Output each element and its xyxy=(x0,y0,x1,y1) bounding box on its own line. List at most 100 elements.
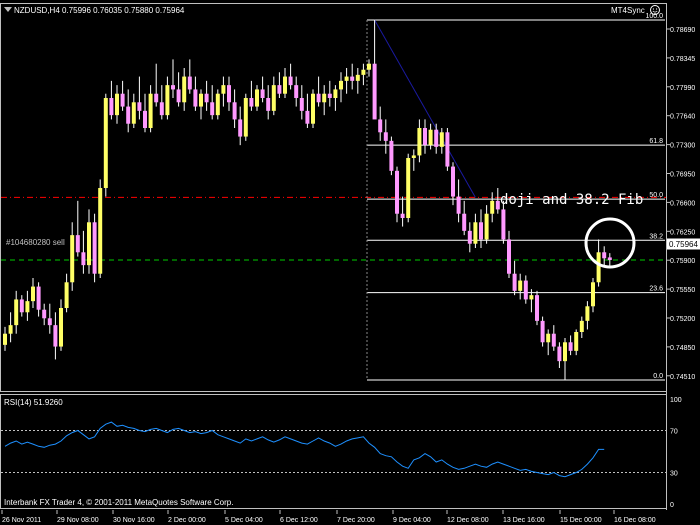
candle-body-bull xyxy=(322,93,327,103)
candle-body-bull xyxy=(579,320,584,332)
time-tick-label: 30 Nov 16:00 xyxy=(113,517,155,524)
candle-body-bear xyxy=(193,89,198,107)
candle-body-bear xyxy=(501,209,506,240)
candle-body-bear xyxy=(395,170,399,214)
candle-body-bull xyxy=(439,132,444,147)
candle-body-bear xyxy=(372,63,377,120)
candle-body-bull xyxy=(199,93,203,107)
candle-body-bull xyxy=(103,98,108,188)
candle-body-bull xyxy=(255,89,259,107)
candle-body-bear xyxy=(434,129,439,147)
candle-body-bear xyxy=(154,93,159,103)
time-tick-label: 9 Dec 04:00 xyxy=(393,517,431,524)
fib-level-label: 50.0 xyxy=(649,192,663,199)
candle-body-bull xyxy=(243,98,248,137)
candle-body-bear xyxy=(423,128,427,146)
price-tag-value: 0.75964 xyxy=(669,240,698,249)
time-tick-label: 13 Dec 16:00 xyxy=(503,517,545,524)
time-tick-label: 26 Nov 2011 xyxy=(2,517,41,524)
candle-body-bear xyxy=(607,257,612,260)
price-tick-label: 0.77300 xyxy=(670,143,695,150)
time-tick-label: 6 Dec 12:00 xyxy=(280,517,318,524)
candle-body-bull xyxy=(148,93,153,128)
fib-level-label: 61.8 xyxy=(649,138,663,145)
candle-body-bear xyxy=(260,89,265,98)
time-tick-label: 16 Dec 08:00 xyxy=(614,517,656,524)
price-tick-label: 0.74510 xyxy=(670,374,695,381)
candle-body-bear xyxy=(602,252,607,259)
candle-body-bear xyxy=(126,106,131,124)
candle-body-bull xyxy=(115,93,119,116)
candle-body-bear xyxy=(445,132,450,167)
price-tick-label: 0.77640 xyxy=(670,114,695,121)
candle-body-bull xyxy=(596,252,601,283)
chart-canvas[interactable]: 100.061.850.038.223.60.0 0.786900.783450… xyxy=(0,0,700,525)
candle-body-bull xyxy=(355,74,360,81)
candle-body-bear xyxy=(137,102,142,111)
candle-body-bear xyxy=(75,235,80,253)
price-axis: 0.78690 0.78345 0.77990 0.77640 0.77300 0.769… xyxy=(666,27,695,381)
rsi-axis-label: 0 xyxy=(670,502,674,509)
candle-body-bear xyxy=(451,166,455,197)
candle-body-bear xyxy=(540,320,545,343)
candle-body-bull xyxy=(367,63,371,70)
smiley-eye-right xyxy=(656,8,658,10)
candle-body-bull xyxy=(529,295,534,300)
candle-body-bear xyxy=(557,346,562,362)
candle-body-bull xyxy=(591,282,595,307)
candle-body-bear xyxy=(171,85,175,90)
candle-body-bear xyxy=(288,76,293,86)
candle-body-bull xyxy=(165,85,170,116)
candle-body-bear xyxy=(47,318,52,326)
candle-body-bear xyxy=(512,273,517,291)
candle-body-bear xyxy=(400,213,405,218)
candle-body-bull xyxy=(131,102,136,124)
candle-body-bear xyxy=(81,252,86,266)
candle-body-bull xyxy=(311,93,315,124)
time-tick-label: 29 Nov 08:00 xyxy=(57,517,99,524)
candle-body-bear xyxy=(462,213,467,231)
candle-body-bull xyxy=(473,222,478,244)
candle-body-bear xyxy=(294,85,299,98)
candle-body-bear xyxy=(551,333,556,347)
candle-body-bull xyxy=(563,342,567,362)
annotation-text[interactable]: doji and 38.2 Fib xyxy=(500,192,643,208)
candle-body-bear xyxy=(53,325,58,347)
candle-body-bear xyxy=(327,93,332,98)
price-tick-label: 0.76600 xyxy=(670,200,695,207)
candle-body-bull xyxy=(283,76,287,94)
price-tick-label: 0.76950 xyxy=(670,172,695,179)
candle-body-bear xyxy=(143,110,147,128)
candle-body-bull xyxy=(417,128,422,156)
candle-body-bear xyxy=(456,196,461,214)
candle-body-bear xyxy=(479,222,483,240)
candle-body-bull xyxy=(406,158,411,218)
candle-body-bear xyxy=(109,98,114,116)
candle-body-bull xyxy=(574,332,579,351)
candle-body-bull xyxy=(14,299,19,326)
candle-body-bear xyxy=(19,299,24,313)
candle-body-bull xyxy=(215,93,220,116)
price-tick-label: 0.78345 xyxy=(670,56,695,63)
candle-body-bear xyxy=(535,295,539,321)
candle-body-bull xyxy=(546,333,551,343)
candle-body-bear xyxy=(92,222,97,274)
candle-body-bull xyxy=(64,282,69,308)
candle-body-bear xyxy=(305,110,310,124)
fib-level-label: 0.0 xyxy=(653,373,663,380)
candle-body-bear xyxy=(383,132,388,141)
candle-body-bear xyxy=(507,239,511,274)
price-tick-label: 0.75900 xyxy=(670,258,695,265)
price-tick-label: 0.75550 xyxy=(670,287,695,294)
rsi-panel-frame xyxy=(0,394,667,509)
order-label[interactable]: #104680280 sell xyxy=(6,238,65,247)
price-tick-label: 0.76250 xyxy=(670,229,695,236)
price-tick-label: 0.77990 xyxy=(670,85,695,92)
candle-body-bull xyxy=(411,155,416,158)
candle-body-bull xyxy=(8,325,13,334)
candle-body-bull xyxy=(339,80,343,90)
candle-body-bear xyxy=(350,76,355,81)
candle-body-bear xyxy=(389,140,394,171)
candle-body-bull xyxy=(333,89,338,98)
candle-body-bull xyxy=(221,85,226,94)
